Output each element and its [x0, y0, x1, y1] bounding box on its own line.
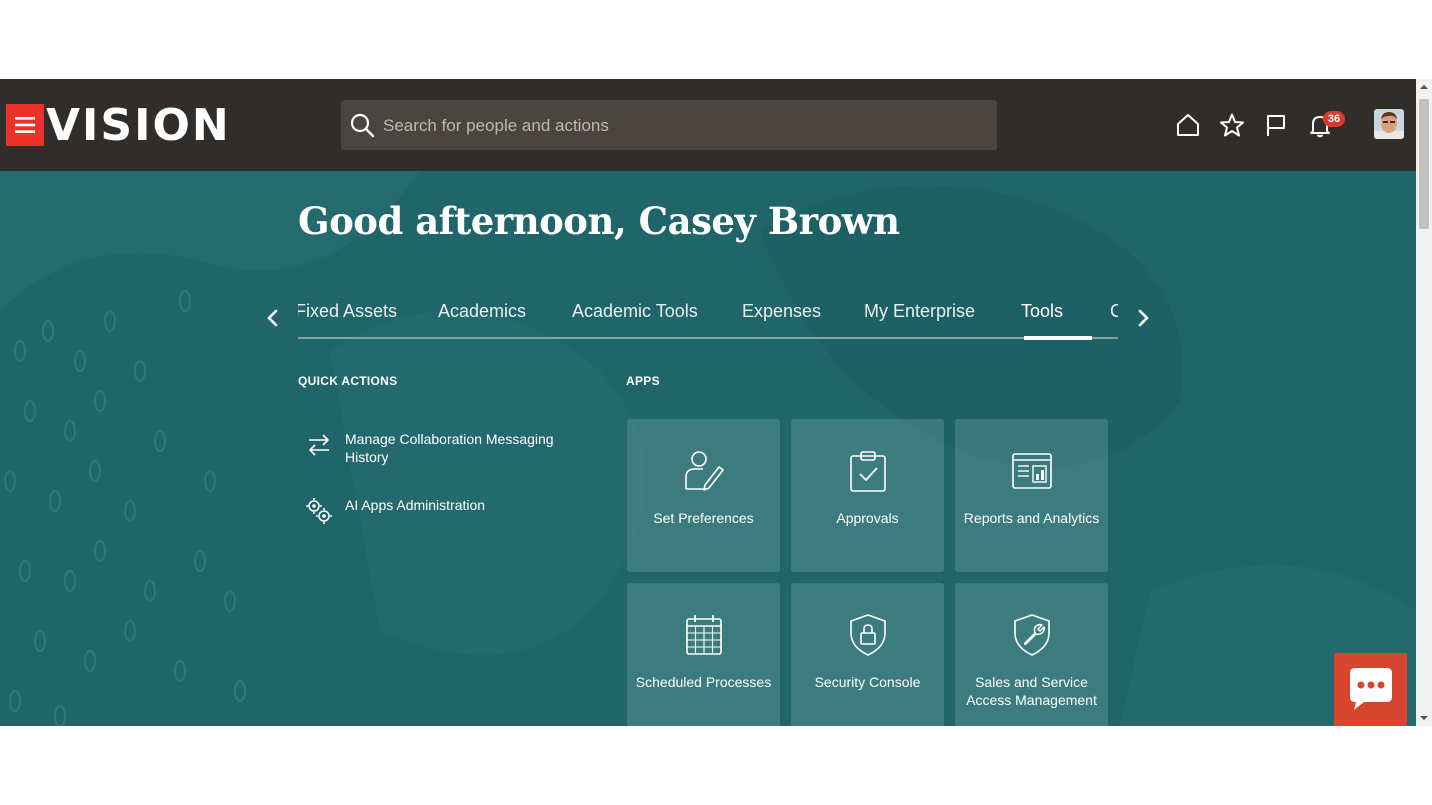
report-chart-icon	[1012, 453, 1052, 489]
app-tile-approvals[interactable]: Approvals	[791, 419, 944, 572]
shield-wrench-icon	[1014, 614, 1050, 656]
app-tile-label: Reports and Analytics	[963, 510, 1100, 526]
tab-tools[interactable]: Tools	[1021, 301, 1063, 322]
quick-actions-title: QUICK ACTIONS	[298, 374, 398, 388]
app-tile-label: Sales and Service Access Management	[966, 674, 1097, 708]
app-tile-label: Set Preferences	[653, 510, 754, 526]
greeting-heading: Good afternoon, Casey Brown	[298, 199, 900, 243]
quick-action-label: Manage Collaboration Messaging History	[345, 431, 554, 465]
navigator-menu-button[interactable]	[6, 104, 44, 146]
app-tile-sales-service-access[interactable]: Sales and Service Access Management	[955, 583, 1108, 726]
hamburger-icon	[15, 117, 35, 133]
user-avatar[interactable]	[1374, 109, 1404, 139]
quick-action-manage-collaboration[interactable]: Manage Collaboration Messaging History	[304, 430, 604, 470]
vision-logo[interactable]: VISION	[46, 101, 231, 151]
avatar-image	[1374, 109, 1404, 139]
watchlist-flag-icon[interactable]	[1263, 112, 1289, 138]
home-icon[interactable]	[1175, 112, 1201, 138]
quick-action-label: AI Apps Administration	[345, 497, 486, 513]
app-tile-label: Scheduled Processes	[635, 674, 772, 690]
clipboard-check-icon	[850, 451, 886, 492]
chat-assistant-button[interactable]	[1334, 653, 1407, 726]
app-tile-label: Security Console	[814, 674, 921, 690]
quick-action-ai-apps-admin[interactable]: AI Apps Administration	[304, 496, 604, 526]
springboard: Good afternoon, Casey Brown Fixed Assets…	[0, 171, 1416, 726]
app-tile-scheduled-processes[interactable]: Scheduled Processes	[627, 583, 780, 726]
tab-expenses[interactable]: Expenses	[742, 301, 821, 322]
tab-academics[interactable]: Academics	[438, 301, 526, 322]
app-tile-set-preferences[interactable]: Set Preferences	[627, 419, 780, 572]
scroll-up-icon[interactable]	[1416, 82, 1432, 92]
tabs-scroll-left-icon[interactable]	[263, 308, 283, 328]
scroll-down-icon[interactable]	[1416, 713, 1432, 723]
app-tile-label: Approvals	[836, 510, 899, 526]
tab-more[interactable]: C	[1110, 301, 1118, 322]
app-tile-security-console[interactable]: Security Console	[791, 583, 944, 726]
tab-fixed-assets[interactable]: Fixed Assets	[298, 301, 397, 322]
search-input[interactable]	[381, 100, 985, 152]
tab-academic-tools[interactable]: Academic Tools	[572, 301, 698, 322]
page-scrollbar[interactable]	[1416, 79, 1432, 726]
tabs-divider	[298, 337, 1118, 339]
notification-count-badge: 36	[1323, 111, 1345, 127]
app-tile-reports-analytics[interactable]: Reports and Analytics	[955, 419, 1108, 572]
active-tab-indicator	[1024, 336, 1092, 340]
app-frame: VISION 36	[0, 79, 1416, 726]
person-edit-icon	[685, 451, 724, 491]
exchange-arrows-icon	[309, 434, 329, 456]
search-icon	[350, 113, 375, 138]
chat-bubble-icon	[1350, 668, 1392, 710]
apps-title: APPS	[626, 374, 660, 388]
global-header: VISION 36	[0, 79, 1416, 171]
shield-lock-icon	[850, 614, 886, 656]
global-search[interactable]	[341, 100, 997, 152]
scroll-thumb[interactable]	[1419, 99, 1429, 229]
favorites-star-icon[interactable]	[1219, 112, 1245, 138]
gears-icon	[306, 498, 332, 524]
tab-my-enterprise[interactable]: My Enterprise	[864, 301, 975, 322]
calendar-icon	[686, 615, 722, 655]
tabs-scroll-right-icon[interactable]	[1133, 308, 1153, 328]
springboard-tabs: Fixed Assets Academics Academic Tools Ex…	[298, 289, 1118, 339]
